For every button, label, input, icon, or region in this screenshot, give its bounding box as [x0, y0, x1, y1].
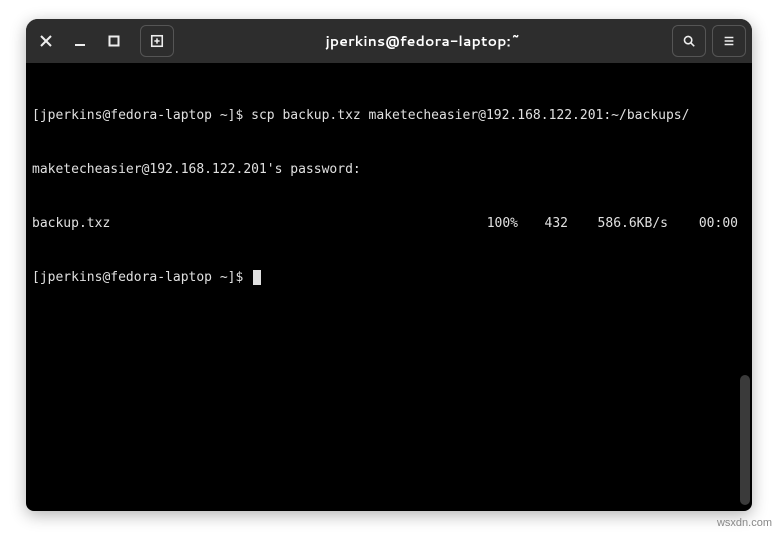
search-button[interactable] — [672, 25, 706, 57]
transfer-speed: 586.6KB/s — [568, 215, 668, 233]
titlebar: jperkins@fedora-laptop:~ — [26, 19, 752, 63]
terminal-line: [jperkins@fedora-laptop ~]$ scp backup.t… — [32, 107, 746, 125]
transfer-eta: 00:00 — [668, 215, 738, 233]
cursor — [253, 270, 261, 285]
prompt: [jperkins@fedora-laptop ~]$ — [32, 108, 251, 123]
window-title: jperkins@fedora-laptop:~ — [180, 31, 666, 51]
close-button[interactable] — [32, 27, 60, 55]
terminal-line: [jperkins@fedora-laptop ~]$ — [32, 269, 746, 287]
transfer-size: 432 — [518, 215, 568, 233]
scrollbar-thumb[interactable] — [740, 375, 750, 505]
command-text: scp backup.txz maketecheasier@192.168.12… — [251, 108, 689, 123]
transfer-stats: 100%432586.6KB/s00:00 — [468, 215, 746, 233]
terminal-output[interactable]: [jperkins@fedora-laptop ~]$ scp backup.t… — [26, 63, 752, 511]
minimize-button[interactable] — [66, 27, 94, 55]
maximize-button[interactable] — [100, 27, 128, 55]
terminal-window: jperkins@fedora-laptop:~ [jperkins@fedor… — [26, 19, 752, 511]
scp-progress-line: backup.txz 100%432586.6KB/s00:00 — [32, 215, 746, 233]
transfer-percent: 100% — [468, 215, 518, 233]
new-tab-button[interactable] — [140, 25, 174, 57]
transfer-filename: backup.txz — [32, 215, 110, 233]
titlebar-right — [672, 25, 746, 57]
terminal-line: maketecheasier@192.168.122.201's passwor… — [32, 161, 746, 179]
prompt: [jperkins@fedora-laptop ~]$ — [32, 270, 251, 285]
menu-button[interactable] — [712, 25, 746, 57]
watermark: wsxdn.com — [717, 517, 772, 529]
